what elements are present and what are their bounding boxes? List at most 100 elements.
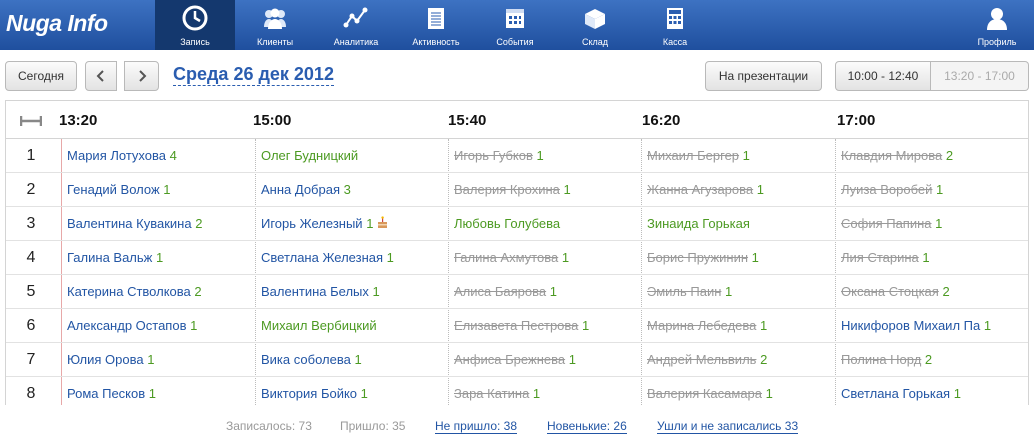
nav-item-booking[interactable]: Запись: [155, 0, 235, 50]
client-name: Клавдия Мирова: [841, 148, 943, 163]
client-booking[interactable]: Зинаида Горькая: [642, 207, 835, 241]
table-row: 8 Рома Песков 1 Виктория Бойко 1 Зара Катин…: [6, 377, 1028, 405]
visit-count: 1: [536, 148, 544, 163]
client-booking[interactable]: Елизавета Пестрова 1: [449, 309, 642, 343]
client-booking[interactable]: Анфиса Брежнева 1: [449, 343, 642, 377]
row-number: 7: [26, 351, 36, 368]
client-booking[interactable]: Галина Вальж 1: [62, 241, 255, 275]
nav-label-booking: Запись: [180, 37, 210, 47]
visit-count: 1: [190, 318, 198, 333]
app-logo[interactable]: Nuga Info: [6, 10, 108, 37]
client-booking[interactable]: Анна Добрая 3: [256, 173, 449, 207]
table-row: 7 Юлия Орова 1 Вика соболева 1 Анфиса Брежн…: [6, 343, 1028, 377]
client-booking[interactable]: Борис Пружинин 1: [642, 241, 835, 275]
client-booking[interactable]: Марина Лебедева 1: [642, 309, 835, 343]
client-booking[interactable]: Алиса Баярова 1: [449, 275, 642, 309]
client-booking[interactable]: Вика соболева 1: [256, 343, 449, 377]
visit-count: 1: [922, 250, 930, 265]
client-booking[interactable]: Мария Лотухова 4: [62, 139, 255, 173]
time-range-afternoon[interactable]: 13:20 - 17:00: [931, 61, 1029, 91]
client-name: Жанна Агузарова: [647, 182, 754, 197]
client-booking[interactable]: Олег Будницкий: [256, 139, 449, 173]
nav-item-events[interactable]: События: [480, 0, 550, 50]
client-booking[interactable]: Катерина Стволкова 2: [62, 275, 255, 309]
time-range-morning[interactable]: 10:00 - 12:40: [835, 61, 931, 91]
schedule-grid: 13:20 15:00 15:40 16:20 17:00 1 Мария Лот…: [5, 100, 1029, 405]
client-booking[interactable]: Рома Песков 1: [62, 377, 255, 405]
client-booking[interactable]: Виктория Бойко 1: [256, 377, 449, 405]
nav-item-activity[interactable]: Активность: [400, 0, 472, 50]
client-booking[interactable]: Любовь Голубева: [449, 207, 642, 241]
client-name: Луиза Воробей: [841, 182, 933, 197]
visit-count: 1: [366, 216, 374, 231]
today-button[interactable]: Сегодня: [5, 61, 77, 91]
client-booking[interactable]: София Папина 1: [836, 207, 1028, 241]
client-booking[interactable]: Светлана Горькая 1: [836, 377, 1028, 405]
client-booking[interactable]: Игорь Железный 1: [256, 207, 449, 241]
timeline-icon: [20, 116, 42, 126]
client-name: Александр Остапов: [67, 318, 187, 333]
visit-count: 1: [532, 386, 541, 401]
nav-item-profile[interactable]: Профиль: [964, 0, 1030, 50]
visit-count: 2: [195, 216, 203, 231]
stat-not-came-link[interactable]: Не пришло: 38: [435, 419, 518, 434]
birthday-cake-icon: [376, 208, 389, 241]
client-booking[interactable]: Михаил Вербицкий: [256, 309, 449, 343]
table-row: 2 Генадий Волож 1 Анна Добрая 3 Валерия Кро…: [6, 173, 1028, 207]
client-name: Игорь Губков: [454, 148, 533, 163]
prev-day-button[interactable]: [85, 61, 117, 91]
client-booking[interactable]: Александр Остапов 1: [62, 309, 255, 343]
client-booking[interactable]: Валерия Крохина 1: [449, 173, 642, 207]
client-name: Анна Добрая: [261, 182, 340, 197]
client-booking[interactable]: Клавдия Мирова 2: [836, 139, 1028, 173]
calculator-icon: [667, 8, 683, 29]
nav-item-cashbox[interactable]: Касса: [640, 0, 710, 50]
client-name: Борис Пружинин: [647, 250, 749, 265]
visit-count: 1: [372, 284, 380, 299]
client-name: Марина Лебедева: [647, 318, 757, 333]
table-row: 4 Галина Вальж 1 Светлана Железная 1 Галина…: [6, 241, 1028, 275]
client-booking[interactable]: Игорь Губков 1: [449, 139, 642, 173]
client-booking[interactable]: Генадий Волож 1: [62, 173, 255, 207]
nav-item-analytics[interactable]: Аналитика: [320, 0, 392, 50]
client-name: Анфиса Брежнева: [454, 352, 566, 367]
client-booking[interactable]: Валентина Кувакина 2: [62, 207, 255, 241]
table-row: 5 Катерина Стволкова 2 Валентина Белых 1 Ал…: [6, 275, 1028, 309]
client-booking[interactable]: Полина Норд 2: [836, 343, 1028, 377]
visit-count: 1: [765, 386, 773, 401]
client-name: Михаил Бергер: [647, 148, 740, 163]
time-slot-header: 13:20: [59, 112, 98, 129]
client-booking[interactable]: Светлана Железная 1: [256, 241, 449, 275]
clock-icon: [182, 5, 208, 31]
client-booking[interactable]: Оксана Стоцкая 2: [836, 275, 1028, 309]
nav-item-clients[interactable]: Клиенты: [240, 0, 310, 50]
row-number: 4: [26, 249, 36, 266]
client-name: Генадий Волож: [67, 182, 160, 197]
nav-label-cashbox: Касса: [662, 37, 688, 47]
nav-item-warehouse[interactable]: Склад: [560, 0, 630, 50]
client-booking[interactable]: Зара Катина 1: [449, 377, 642, 405]
client-name: Светлана Железная: [261, 250, 384, 265]
next-day-button[interactable]: [124, 61, 159, 91]
client-booking[interactable]: Никифоров Михаил Па 1: [836, 309, 1028, 343]
client-booking[interactable]: Луиза Воробей 1: [836, 173, 1028, 207]
stat-left-unsigned-link[interactable]: Ушли и не записались 33: [657, 419, 799, 434]
stat-newcomers-link[interactable]: Новенькие: 26: [547, 419, 627, 434]
client-booking[interactable]: Эмиль Паин 1: [642, 275, 835, 309]
client-booking[interactable]: Лия Старина 1: [836, 241, 1028, 275]
chevron-right-icon: [138, 70, 146, 82]
client-name: Виктория Бойко: [261, 386, 358, 401]
client-booking[interactable]: Михаил Бергер 1: [642, 139, 835, 173]
client-booking[interactable]: Галина Ахмутова 1: [449, 241, 642, 275]
visit-count: 4: [169, 148, 177, 163]
stat-signed-up: Записалось: 73: [226, 419, 312, 433]
current-date-picker[interactable]: Среда 26 дек 2012: [173, 63, 334, 86]
client-booking[interactable]: Жанна Агузарова 1: [642, 173, 835, 207]
presentation-button[interactable]: На презентации: [705, 61, 822, 91]
time-slot-header: 16:20: [642, 112, 681, 129]
box-icon: [585, 9, 605, 29]
client-booking[interactable]: Валентина Белых 1: [256, 275, 449, 309]
client-booking[interactable]: Валерия Касамара 1: [642, 377, 835, 405]
client-booking[interactable]: Андрей Мельвиль 2: [642, 343, 835, 377]
client-booking[interactable]: Юлия Орова 1: [62, 343, 255, 377]
